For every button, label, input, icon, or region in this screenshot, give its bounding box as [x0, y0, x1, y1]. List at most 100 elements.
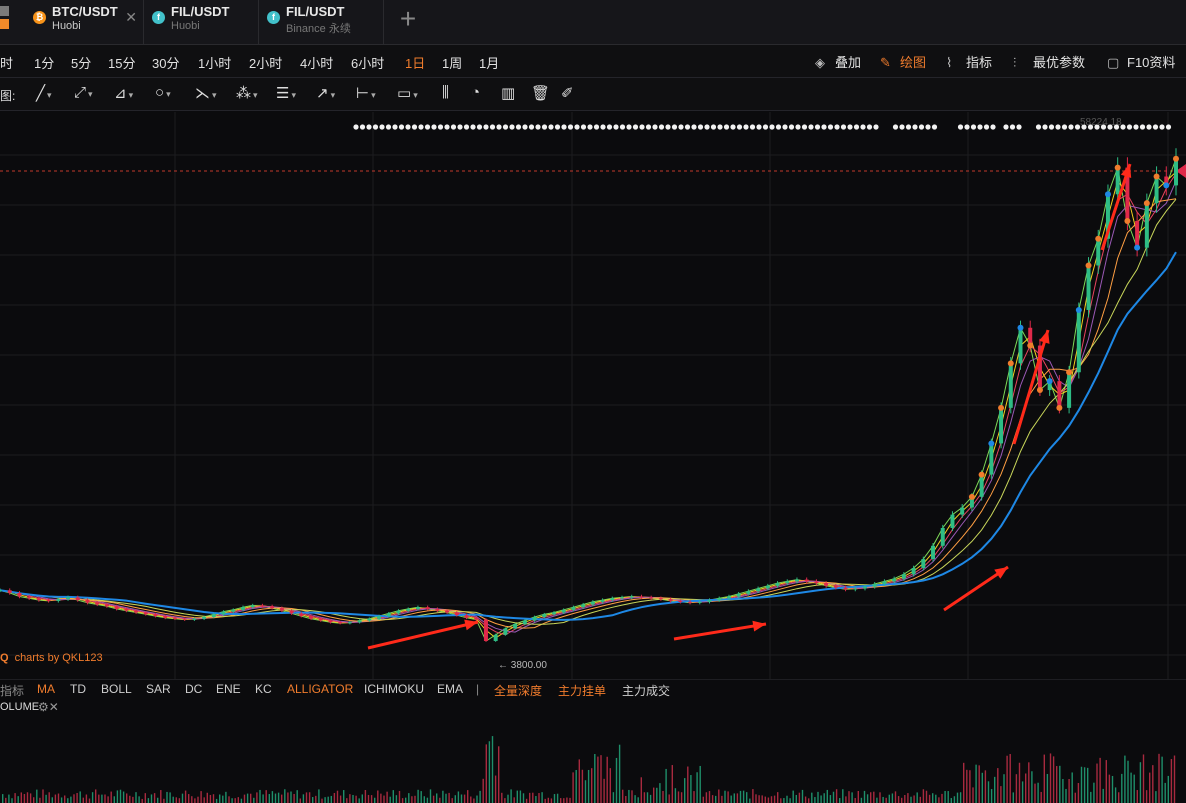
candle-body	[853, 588, 858, 590]
indicator-ichimoku[interactable]: ICHIMOKU	[364, 682, 424, 696]
volume-bar	[1114, 787, 1117, 803]
candle-body	[474, 617, 479, 620]
interval-item[interactable]: 4小时	[300, 53, 333, 72]
volume-bar	[916, 792, 918, 803]
candle-body	[513, 624, 518, 629]
volume-bar	[857, 791, 859, 803]
interval-item[interactable]: 15分	[108, 53, 135, 72]
volume-bar	[209, 794, 212, 803]
indicator-button[interactable]: ⌇ 指标	[946, 52, 992, 71]
circle-tool-icon[interactable]: ○ ▾	[155, 84, 171, 101]
main-orders-toggle[interactable]: 主力挂单	[558, 682, 606, 699]
menu-icon[interactable]	[0, 6, 9, 16]
volume-bar	[1062, 779, 1064, 803]
candle-body	[483, 619, 488, 641]
interval-item[interactable]: 30分	[152, 53, 179, 72]
interval-item[interactable]: 5分	[71, 53, 91, 72]
overlay-button[interactable]: ◈ 叠加	[815, 52, 861, 71]
candle-body	[668, 599, 673, 601]
volume-bar	[674, 788, 677, 803]
arrow-tool-icon[interactable]: ↗ ▾	[316, 84, 335, 102]
fib-tool-icon[interactable]: ☰ ▾	[276, 84, 296, 102]
signal-dot	[990, 124, 996, 130]
signal-dot	[1055, 124, 1061, 130]
interval-item[interactable]: 1月	[479, 53, 499, 72]
indicator-sar[interactable]: SAR	[146, 682, 171, 696]
tab-fil-usdt-binance[interactable]: f FIL/USDT Binance 永续	[259, 0, 384, 44]
comment-tool-icon[interactable]: ▭ ▾	[397, 84, 418, 102]
full-depth-toggle[interactable]: 全量深度	[494, 682, 542, 699]
candle-body	[639, 596, 644, 598]
interval-item[interactable]: 2小时	[249, 53, 282, 72]
volume-bar	[736, 793, 739, 803]
volume-bar	[64, 795, 66, 803]
ray-tool-icon[interactable]: ⤢ ▾	[74, 84, 93, 101]
candle-body	[532, 616, 537, 621]
signal-dot	[925, 124, 931, 130]
wave-tool-icon[interactable]: ⋋ ▾	[195, 84, 217, 102]
tab-fil-usdt-huobi[interactable]: f FIL/USDT Huobi	[144, 0, 259, 44]
high-price-label: 58224.18	[1080, 117, 1122, 128]
signal-dot	[866, 124, 873, 130]
candle-body	[250, 605, 255, 608]
close-icon[interactable]: ✕	[125, 9, 137, 26]
volume-bar	[163, 798, 165, 803]
indicator-td[interactable]: TD	[70, 682, 86, 696]
volume-bar	[14, 793, 16, 803]
interval-item[interactable]: 时	[0, 53, 13, 72]
candle-tool-icon[interactable]: ⫼	[442, 84, 449, 101]
volume-bar	[436, 793, 438, 803]
volume-bar	[358, 798, 360, 803]
interval-item[interactable]: 6小时	[351, 53, 384, 72]
indicator-kc[interactable]: KC	[255, 682, 272, 696]
signal-dot	[814, 124, 821, 130]
trade-marker	[1095, 235, 1102, 242]
indicator-dc[interactable]: DC	[185, 682, 202, 696]
volume-bar	[11, 798, 13, 803]
volume-bar	[135, 792, 137, 803]
volume-bar	[1090, 791, 1092, 803]
price-chart-svg[interactable]	[0, 112, 1186, 679]
trash-icon[interactable]: 🗑	[531, 84, 550, 102]
volume-bar	[336, 790, 339, 803]
main-trades-toggle[interactable]: 主力成交	[622, 682, 670, 699]
price-chart[interactable]	[0, 112, 1186, 679]
indicator-ene[interactable]: ENE	[216, 682, 241, 696]
volume-bar	[352, 794, 354, 803]
tab-btc-usdt[interactable]: ₿ BTC/USDT Huobi ✕	[25, 0, 144, 44]
pattern-tool-icon[interactable]: ⁂ ▾	[236, 84, 258, 102]
annotation-arrowhead	[994, 567, 1008, 579]
indicator-ma[interactable]: MA	[37, 682, 55, 696]
line-tool-icon[interactable]: ╱ ▾	[36, 84, 52, 102]
candle-body	[386, 613, 391, 617]
candle-body	[872, 584, 877, 587]
indicator-boll[interactable]: BOLL	[101, 682, 132, 696]
pie-tool-icon[interactable]: ◔	[471, 84, 480, 101]
best-params-button[interactable]: ⫶ 最优参数	[1013, 52, 1085, 71]
trade-marker	[1114, 164, 1121, 171]
volume-bar	[935, 794, 937, 803]
interval-item[interactable]: 1周	[442, 53, 462, 72]
plus-icon[interactable]: +	[388, 4, 428, 36]
candle-body	[688, 601, 693, 603]
tab-bar: ₿ BTC/USDT Huobi ✕ f FIL/USDT Huobi f FI…	[0, 0, 1186, 45]
interval-item-active[interactable]: 1日	[405, 53, 425, 72]
interval-item[interactable]: 1小时	[198, 53, 231, 72]
interval-item[interactable]: 1分	[34, 53, 54, 72]
signal-dot	[463, 124, 470, 130]
measure-tool-icon[interactable]: ⊢ ▾	[356, 84, 376, 102]
indicator-ema[interactable]: EMA	[437, 682, 463, 696]
draw-button[interactable]: ✎ 绘图	[880, 52, 926, 71]
eraser-icon[interactable]: ✐	[561, 84, 574, 102]
channel-tool-icon[interactable]: ⊿ ▾	[114, 84, 133, 102]
annotation-arrowhead	[752, 620, 766, 632]
candle-body	[7, 590, 12, 593]
volume-bar	[798, 792, 801, 803]
bars-tool-icon[interactable]: ▥	[501, 84, 515, 102]
volume-bar	[553, 794, 556, 803]
volume-bar	[33, 797, 35, 803]
indicator-alligator[interactable]: ALLIGATOR	[287, 682, 353, 696]
volume-bar	[1031, 771, 1033, 803]
signal-dot	[1061, 124, 1068, 130]
f10-info-button[interactable]: ▢ F10资料	[1107, 52, 1175, 71]
